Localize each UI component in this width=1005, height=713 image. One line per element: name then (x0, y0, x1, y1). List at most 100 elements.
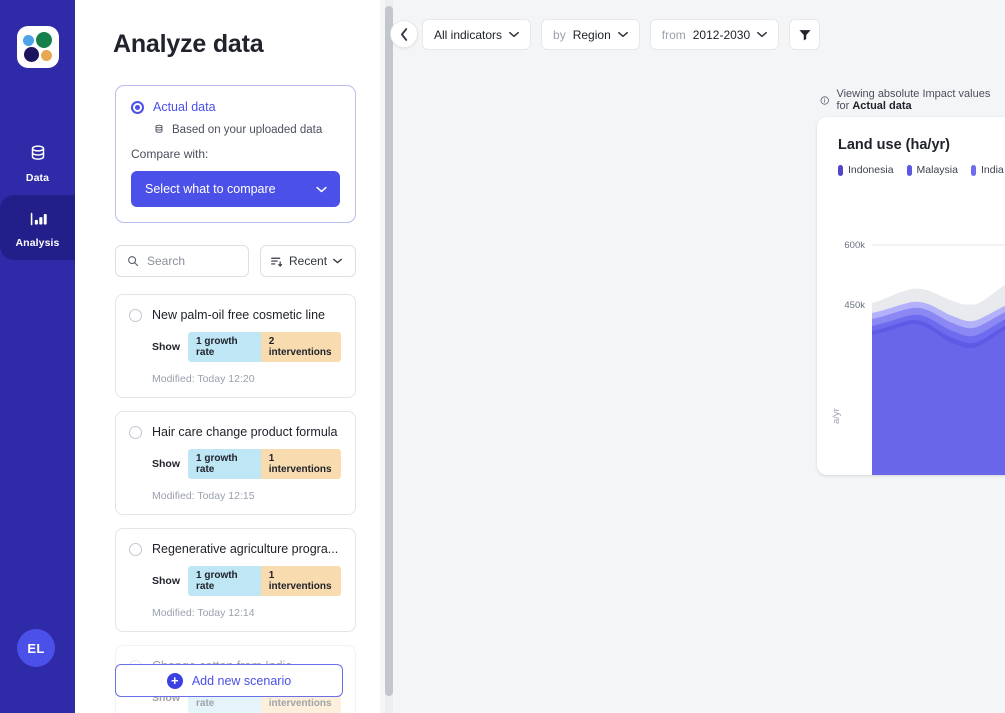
search-icon (128, 256, 139, 267)
scenario-show-label: Show (152, 575, 180, 587)
list-item[interactable]: New palm-oil free cosmetic line Show 1 g… (115, 294, 356, 398)
scenario-list: New palm-oil free cosmetic line Show 1 g… (115, 294, 356, 713)
app-logo[interactable] (16, 26, 59, 68)
scenario-modified: Modified: Today 12:14 (152, 607, 255, 619)
bar-chart-icon (30, 212, 47, 226)
scenario-header: Hair care change product formula (129, 425, 341, 439)
scenario-show-label: Show (152, 458, 180, 470)
analyze-panel: Analyze data Actual data Based on your u… (75, 0, 380, 713)
legend-label: Indonesia (848, 164, 894, 176)
scenario-header: Regenerative agriculture progra... (129, 542, 341, 556)
scenario-tags: Show 1 growth rate 1 interventions (152, 566, 341, 596)
sidebar-nav: Data Analysis (0, 130, 75, 260)
search-row: Search Recent (115, 245, 356, 277)
y-tick-label: 450k (844, 300, 865, 311)
chart-plot-area: a/yr 600k 450k (817, 209, 1005, 475)
chart-card-land-use: Land use (ha/yr) Indonesia Malaysia Indi… (817, 117, 1005, 475)
group-by-dropdown[interactable]: by Region (541, 19, 640, 50)
y-tick-label: 600k (844, 240, 865, 251)
uploaded-data-text: Based on your uploaded data (172, 123, 323, 136)
scenario-title: Regenerative agriculture progra... (152, 542, 339, 556)
legend-label: India (980, 164, 1004, 176)
chevron-down-icon (316, 186, 327, 192)
scenario-tags: Show 1 growth rate 2 interventions (152, 332, 341, 362)
indicators-value: All indicators (434, 27, 503, 42)
info-icon (820, 95, 829, 105)
uploaded-data-note: Based on your uploaded data (153, 123, 340, 136)
search-placeholder: Search (147, 254, 186, 268)
sort-icon (271, 257, 283, 267)
scenario-title: Hair care change product formula (152, 425, 338, 439)
period-prefix: from (661, 27, 686, 42)
sidebar-item-label: Analysis (15, 237, 60, 249)
scenario-tags: Show 1 growth rate 1 interventions (152, 449, 341, 479)
info-banner: Viewing absolute Impact values for Actua… (820, 88, 1005, 112)
database-icon (31, 145, 44, 160)
group-by-prefix: by (553, 27, 566, 42)
chart-legend: Indonesia Malaysia India Côte d'Ivoire T… (838, 164, 1005, 176)
search-input[interactable]: Search (115, 245, 249, 277)
scenario-radio-icon[interactable] (129, 308, 142, 322)
select-compare-button[interactable]: Select what to compare (131, 171, 340, 207)
scenario-modified: Modified: Today 12:20 (152, 373, 255, 385)
scenario-show-label: Show (152, 341, 180, 353)
filters-toolbar: All indicators by Region from 2012-2030 (422, 19, 821, 50)
select-compare-label: Select what to compare (145, 182, 276, 196)
scenario-title: New palm-oil free cosmetic line (152, 308, 325, 322)
chevron-down-icon (333, 258, 342, 264)
logo-circle-orange (40, 50, 52, 61)
logo-circle-navy (23, 47, 39, 62)
legend-item[interactable]: Malaysia (906, 164, 958, 176)
collapse-panel-button[interactable] (390, 20, 418, 48)
logo-circle-blue (22, 35, 34, 46)
chart-svg-land-use: 600k 450k (844, 240, 1005, 475)
status-badge: 1 growth rate (188, 332, 261, 362)
legend-label: Malaysia (916, 164, 958, 176)
scenario-modified: Modified: Today 12:15 (152, 490, 255, 502)
chevron-down-icon (509, 31, 519, 38)
scenario-radio-icon[interactable] (129, 425, 142, 439)
sidebar-item-data[interactable]: Data (0, 130, 75, 195)
scenario-radio-icon[interactable] (129, 542, 142, 556)
status-badge: 1 interventions (260, 449, 341, 479)
period-value: 2012-2030 (692, 27, 751, 42)
sort-dropdown[interactable]: Recent (260, 245, 356, 277)
page-title: Analyze data (113, 30, 264, 58)
add-scenario-label: Add new scenario (191, 673, 292, 688)
actual-data-label: Actual data (153, 100, 216, 114)
scenario-header: New palm-oil free cosmetic line (129, 308, 341, 322)
actual-data-radio-row[interactable]: Actual data (131, 100, 340, 114)
legend-item[interactable]: Indonesia (838, 164, 894, 176)
legend-item[interactable]: India (970, 164, 1004, 176)
main-content: All indicators by Region from 2012-2030 (380, 0, 1005, 713)
scrollbar-thumb[interactable] (385, 6, 393, 696)
info-banner-text: Viewing absolute Impact values for Actua… (836, 88, 991, 112)
radio-selected-icon (131, 100, 144, 114)
chart-title: Land use (ha/yr) (838, 137, 950, 153)
chevron-down-icon (757, 31, 768, 38)
compare-card: Actual data Based on your uploaded data … (115, 85, 356, 223)
status-badge: 2 interventions (260, 332, 341, 362)
sidebar: Data Analysis EL (0, 0, 75, 713)
period-dropdown[interactable]: from 2012-2030 (649, 19, 780, 50)
filter-button[interactable] (789, 19, 821, 50)
avatar[interactable]: EL (17, 629, 55, 667)
database-icon (155, 124, 163, 133)
sort-label: Recent (289, 254, 328, 268)
status-badge: 1 growth rate (188, 449, 261, 479)
list-item[interactable]: Hair care change product formula Show 1 … (115, 411, 356, 515)
status-badge: 1 growth rate (188, 566, 261, 596)
add-scenario-button[interactable]: + Add new scenario (115, 664, 343, 697)
sidebar-item-label: Data (25, 172, 50, 184)
indicators-dropdown[interactable]: All indicators (422, 19, 532, 50)
chevron-left-icon (400, 27, 407, 41)
chart-ylabel: a/yr (831, 408, 842, 424)
app-root: Data Analysis EL Analyze data Actual dat… (0, 0, 1005, 713)
list-item[interactable]: Regenerative agriculture progra... Show … (115, 528, 356, 632)
chevron-down-icon (617, 31, 628, 38)
status-badge: 1 interventions (260, 566, 341, 596)
filter-icon (799, 29, 811, 40)
sidebar-item-analysis[interactable]: Analysis (0, 195, 75, 260)
group-by-value: Region (572, 27, 611, 42)
logo-circle-green (35, 32, 52, 48)
